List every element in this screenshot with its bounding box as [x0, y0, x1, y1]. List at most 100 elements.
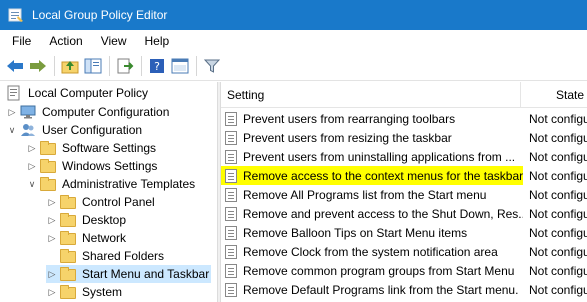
forward-button[interactable] — [27, 55, 49, 77]
menu-action[interactable]: Action — [41, 31, 90, 51]
policy-document-icon — [6, 85, 22, 101]
policy-setting-icon — [225, 130, 237, 145]
tree-label: Network — [82, 231, 127, 245]
tree-label: Local Computer Policy — [28, 86, 149, 100]
list-item[interactable]: Remove common program groups from Start … — [221, 261, 587, 280]
chevron-right-icon[interactable]: ▷ — [46, 211, 58, 229]
toolbar-separator — [141, 56, 142, 76]
chevron-down-icon[interactable]: ∨ — [6, 121, 18, 139]
list-item[interactable]: Remove Balloon Tips on Start Menu items … — [221, 223, 587, 242]
policy-setting-icon — [225, 263, 237, 278]
computer-icon — [20, 104, 36, 120]
list-item[interactable]: Prevent users from uninstalling applicat… — [221, 147, 587, 166]
setting-state: Not configured — [529, 168, 587, 183]
setting-state: Not configured — [529, 187, 587, 202]
list-item[interactable]: Remove Default Programs link from the St… — [221, 280, 587, 299]
export-list-button[interactable] — [114, 55, 136, 77]
back-button[interactable] — [4, 55, 26, 77]
toolbar-separator — [109, 56, 110, 76]
column-header-setting[interactable]: Setting — [221, 82, 521, 107]
setting-state: Not configured — [529, 244, 587, 259]
toolbar: ? — [0, 52, 587, 81]
setting-name: Prevent users from rearranging toolbars — [243, 111, 456, 126]
menu-bar: File Action View Help — [0, 30, 587, 52]
tree-item-user-configuration[interactable]: ∨ User Configuration — [6, 121, 144, 139]
menu-file[interactable]: File — [0, 31, 39, 51]
chevron-right-icon[interactable]: ▷ — [26, 139, 38, 157]
users-icon — [20, 122, 36, 138]
chevron-right-icon[interactable]: ▷ — [46, 193, 58, 211]
tree-label: Control Panel — [82, 195, 155, 209]
chevron-down-icon[interactable]: ∨ — [26, 175, 38, 193]
list-item[interactable]: Prevent users from rearranging toolbars … — [221, 109, 587, 128]
tree-label: Shared Folders — [82, 249, 165, 263]
folder-icon — [60, 230, 76, 246]
tree-item-software-settings[interactable]: ▷ Software Settings — [26, 139, 158, 157]
tree-item-desktop[interactable]: ▷ Desktop — [46, 211, 128, 229]
list-item[interactable]: Remove Clock from the system notificatio… — [221, 242, 587, 261]
policy-setting-icon — [225, 244, 237, 259]
tree-label: Computer Configuration — [42, 105, 170, 119]
folder-icon — [40, 140, 56, 156]
folder-icon — [60, 212, 76, 228]
tree-label: Windows Settings — [62, 159, 158, 173]
tree-item-control-panel[interactable]: ▷ Control Panel — [46, 193, 157, 211]
policy-setting-icon — [225, 225, 237, 240]
toolbar-separator — [196, 56, 197, 76]
tree-label: Start Menu and Taskbar — [80, 266, 212, 282]
policy-setting-icon — [225, 187, 237, 202]
folder-icon — [40, 158, 56, 174]
chevron-right-icon[interactable]: ▷ — [46, 229, 58, 247]
tree-item-windows-settings[interactable]: ▷ Windows Settings — [26, 157, 159, 175]
help-button[interactable]: ? — [146, 55, 168, 77]
folder-icon — [60, 266, 76, 282]
setting-name: Prevent users from uninstalling applicat… — [243, 149, 516, 164]
chevron-right-icon[interactable]: ▷ — [46, 283, 58, 301]
tree-label: System — [82, 285, 123, 299]
policy-setting-icon — [225, 149, 237, 164]
column-header-state[interactable]: State — [521, 82, 587, 107]
list-item[interactable]: Remove and prevent access to the Shut Do… — [221, 204, 587, 223]
up-folder-icon — [61, 61, 79, 74]
list-item[interactable]: Prevent users from resizing the taskbar … — [221, 128, 587, 147]
setting-state: Not configured — [529, 111, 587, 126]
policy-setting-icon — [225, 111, 237, 126]
gpedit-icon — [8, 7, 24, 23]
folder-icon — [40, 176, 56, 192]
list-item[interactable]: Remove All Programs list from the Start … — [221, 185, 587, 204]
properties-button[interactable] — [169, 55, 191, 77]
up-folder-button[interactable] — [59, 55, 81, 77]
setting-name: Remove common program groups from Start … — [243, 263, 515, 278]
setting-name: Prevent users from resizing the taskbar — [243, 130, 452, 145]
filter-button[interactable] — [201, 55, 223, 77]
show-hide-tree-icon — [84, 58, 102, 74]
setting-state: Not configured — [529, 206, 587, 221]
tree-label: Desktop — [82, 213, 127, 227]
tree-label: Software Settings — [62, 141, 157, 155]
title-bar: Local Group Policy Editor — [0, 0, 587, 30]
show-hide-tree-button[interactable] — [82, 55, 104, 77]
tree-item-local-computer-policy[interactable]: Local Computer Policy — [6, 84, 150, 102]
setting-state: Not configured — [529, 149, 587, 164]
menu-help[interactable]: Help — [137, 31, 178, 51]
chevron-right-icon[interactable]: ▷ — [6, 103, 18, 121]
tree-label: Administrative Templates — [62, 177, 196, 191]
tree-item-shared-folders[interactable]: Shared Folders — [60, 247, 166, 265]
chevron-right-icon[interactable]: ▷ — [26, 157, 38, 175]
help-icon: ? — [150, 59, 164, 73]
tree-item-system[interactable]: ▷ System — [46, 283, 124, 301]
tree-item-computer-configuration[interactable]: ▷ Computer Configuration — [6, 103, 171, 121]
export-list-icon — [117, 58, 134, 74]
settings-list-pane: Setting State Prevent users from rearran… — [221, 82, 587, 302]
list-item-highlighted[interactable]: Remove access to the context menus for t… — [221, 166, 587, 185]
tree-item-administrative-templates[interactable]: ∨ Administrative Templates — [26, 175, 197, 193]
setting-name: Remove and prevent access to the Shut Do… — [242, 206, 523, 221]
setting-state: Not configured — [529, 263, 587, 278]
menu-view[interactable]: View — [93, 31, 135, 51]
chevron-right-icon[interactable]: ▷ — [46, 265, 58, 283]
setting-name: Remove Clock from the system notificatio… — [243, 244, 498, 259]
tree-item-start-menu-and-taskbar[interactable]: ▷ Start Menu and Taskbar — [46, 265, 212, 283]
tree-item-network[interactable]: ▷ Network — [46, 229, 128, 247]
setting-name: Remove All Programs list from the Start … — [243, 187, 487, 202]
setting-name: Remove access to the context menus for t… — [243, 168, 523, 183]
